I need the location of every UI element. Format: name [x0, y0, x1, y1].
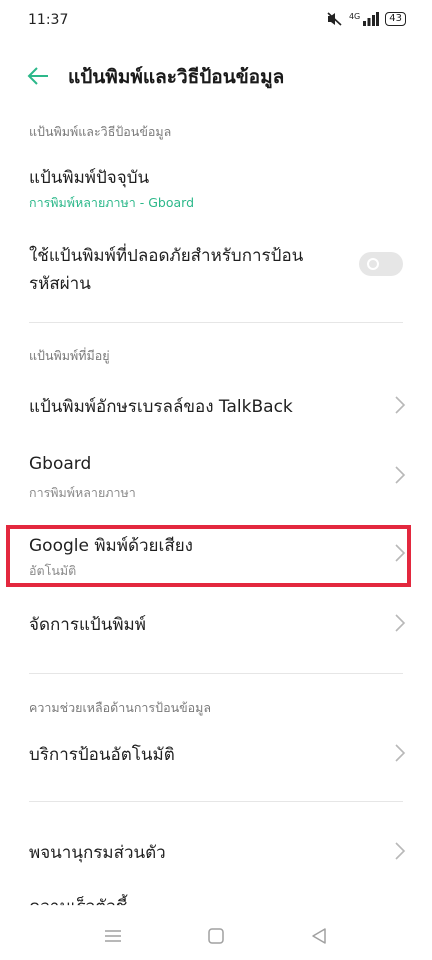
- app-bar: แป้นพิมพ์และวิธีป้อนข้อมูล: [0, 52, 432, 100]
- chevron-right-icon: [395, 466, 406, 484]
- talkback-braille-item[interactable]: แป้นพิมพ์อักษรเบรลล์ของ TalkBack: [0, 380, 432, 430]
- chevron-right-icon: [395, 744, 406, 762]
- section-header-available-keyboards: แป้นพิมพ์ที่มีอยู่: [29, 348, 110, 363]
- toggle-knob: [367, 258, 379, 270]
- chevron-right-icon: [395, 614, 406, 632]
- navigation-bar: [0, 910, 432, 960]
- square-icon: [208, 928, 224, 944]
- section-header-input-assistance: ความช่วยเหลือด้านการป้อนข้อมูล: [29, 700, 212, 715]
- talkback-braille-title: แป้นพิมพ์อักษรเบรลล์ของ TalkBack: [29, 397, 293, 417]
- home-button[interactable]: [202, 922, 230, 950]
- personal-dictionary-item[interactable]: พจนานุกรมส่วนตัว: [0, 826, 432, 876]
- arrow-left-icon: [27, 67, 48, 85]
- gboard-title: Gboard: [29, 454, 92, 474]
- menu-icon: [105, 930, 121, 942]
- divider: [29, 673, 403, 674]
- current-keyboard-item[interactable]: แป้นพิมพ์ปัจจุบัน การพิมพ์หลายภาษา - Gbo…: [0, 158, 432, 218]
- google-voice-typing-item[interactable]: Google พิมพ์ด้วยเสียง อัตโนมัติ: [0, 526, 432, 586]
- secure-keyboard-toggle[interactable]: [359, 252, 403, 276]
- signal-icon: [363, 12, 380, 26]
- autofill-service-item[interactable]: บริการป้อนอัตโนมัติ: [0, 728, 432, 778]
- recent-apps-button[interactable]: [99, 922, 127, 950]
- secure-keyboard-title-line1: ใช้แป้นพิมพ์ที่ปลอดภัยสำหรับการป้อน: [29, 246, 304, 266]
- personal-dictionary-title: พจนานุกรมส่วนตัว: [29, 843, 166, 863]
- secure-keyboard-title-line2: รหัสผ่าน: [29, 274, 91, 294]
- secure-keyboard-item[interactable]: ใช้แป้นพิมพ์ที่ปลอดภัยสำหรับการป้อน รหัส…: [0, 236, 432, 296]
- status-time: 11:37: [28, 12, 69, 28]
- divider: [29, 801, 403, 802]
- page-title: แป้นพิมพ์และวิธีป้อนข้อมูล: [68, 66, 285, 88]
- status-bar: 11:37 4G 43: [0, 0, 432, 44]
- mute-icon: [327, 12, 342, 26]
- chevron-right-icon: [395, 842, 406, 860]
- current-keyboard-subtitle: การพิมพ์หลายภาษา - Gboard: [29, 195, 195, 210]
- autofill-title: บริการป้อนอัตโนมัติ: [29, 745, 175, 765]
- manage-keyboards-item[interactable]: จัดการแป้นพิมพ์: [0, 598, 432, 648]
- current-keyboard-title: แป้นพิมพ์ปัจจุบัน: [29, 168, 150, 188]
- chevron-right-icon: [395, 396, 406, 414]
- google-voice-title: Google พิมพ์ด้วยเสียง: [29, 536, 193, 556]
- section-header-input-method: แป้นพิมพ์และวิธีป้อนข้อมูล: [29, 124, 172, 139]
- back-nav-button[interactable]: [305, 922, 333, 950]
- network-type: 4G: [348, 11, 361, 21]
- divider: [29, 322, 403, 323]
- gboard-item[interactable]: Gboard การพิมพ์หลายภาษา: [0, 446, 432, 506]
- chevron-right-icon: [395, 544, 406, 562]
- back-button[interactable]: [22, 62, 54, 90]
- gboard-subtitle: การพิมพ์หลายภาษา: [29, 485, 136, 500]
- manage-keyboards-title: จัดการแป้นพิมพ์: [29, 615, 146, 635]
- battery-indicator: 43: [385, 12, 406, 26]
- status-icons: 4G 43: [327, 12, 406, 26]
- google-voice-subtitle: อัตโนมัติ: [29, 563, 77, 578]
- triangle-back-icon: [312, 928, 326, 944]
